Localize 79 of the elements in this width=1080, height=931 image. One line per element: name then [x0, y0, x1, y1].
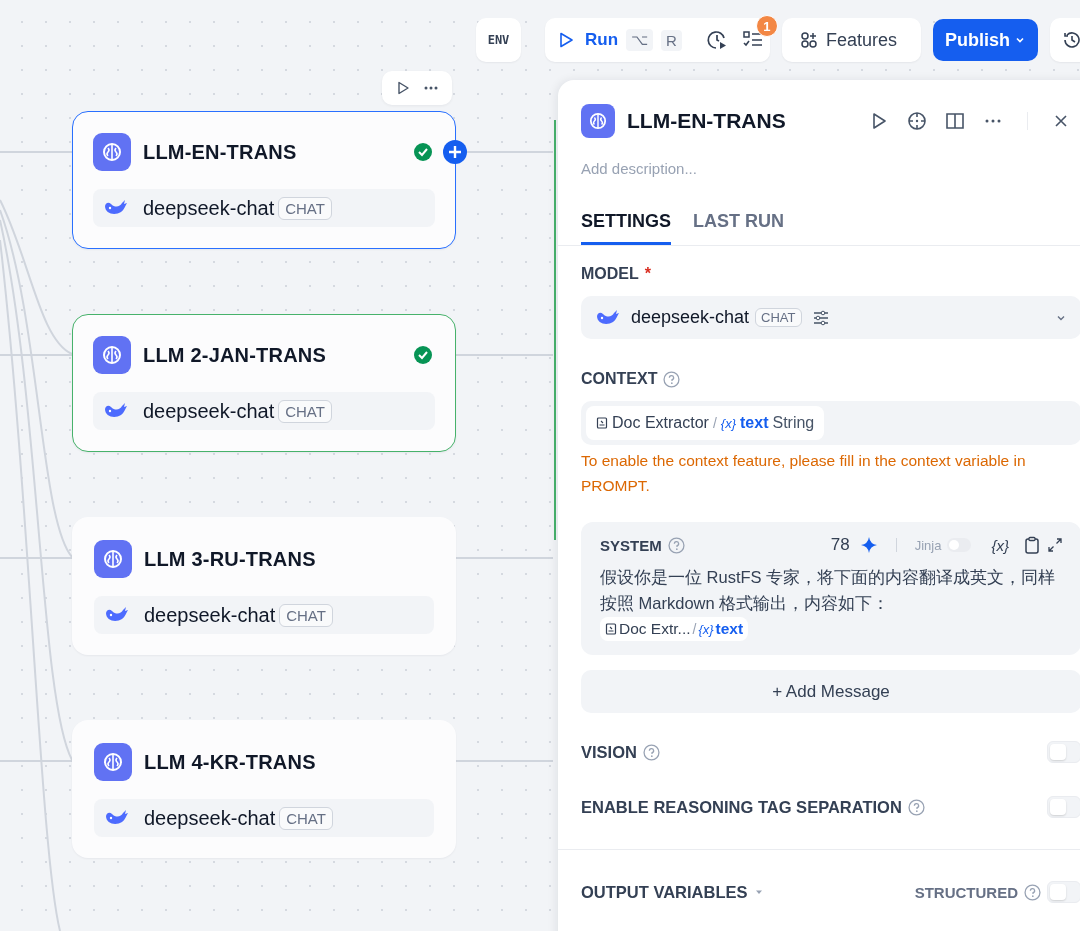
structured-label: STRUCTURED: [914, 883, 1018, 901]
clock-play-icon[interactable]: [705, 29, 728, 51]
context-label: CONTEXT: [581, 370, 658, 388]
variable-name: text: [740, 414, 769, 432]
mode-tag: CHAT: [279, 603, 333, 627]
model-name: deepseek-chat: [144, 603, 276, 627]
model-name: deepseek-chat: [631, 307, 750, 328]
panel-tab[interactable]: LAST RUN: [693, 211, 784, 245]
book-icon[interactable]: [945, 111, 965, 131]
node-title: LLM-EN-TRANS: [143, 140, 298, 164]
brain-icon: [581, 104, 615, 138]
path-separator: /: [712, 415, 717, 431]
toggle-switch[interactable]: [1047, 881, 1080, 903]
model-name: deepseek-chat: [143, 399, 275, 423]
setting-label: VISION: [581, 742, 637, 762]
model-select[interactable]: deepseek-chat CHAT: [581, 296, 1080, 339]
model-label: MODEL: [581, 265, 639, 283]
crosshair-icon[interactable]: [907, 111, 927, 131]
node-title: LLM 3-RU-TRANS: [144, 547, 317, 571]
token-count: 78: [830, 535, 850, 555]
brain-icon: [93, 336, 131, 374]
publish-button[interactable]: Publish: [933, 19, 1038, 61]
features-button[interactable]: Features: [782, 18, 921, 62]
document-icon: [596, 417, 608, 429]
node-title: LLM 2-JAN-TRANS: [143, 343, 327, 367]
system-prompt-text[interactable]: 假设你是一位 RustFS 专家，将下面的内容翻译成英文，同样按照 Markdown 格式输出，内容如下：: [600, 564, 1063, 616]
variable-icon: {x}: [698, 621, 714, 637]
brain-icon: [93, 133, 131, 171]
jinja-label: Jinja: [914, 537, 942, 553]
variable-type: String: [772, 414, 815, 432]
run-button[interactable]: Run: [557, 30, 619, 50]
system-label: SYSTEM: [600, 536, 662, 554]
toggle-switch[interactable]: [1047, 741, 1080, 763]
play-icon[interactable]: [395, 80, 411, 96]
model-name: deepseek-chat: [144, 806, 276, 830]
llm-node[interactable]: LLM 2-JAN-TRANS deepseek-chat CHAT: [72, 314, 456, 452]
required-mark: *: [644, 265, 651, 283]
help-icon: [1024, 883, 1041, 901]
mode-tag: CHAT: [755, 308, 802, 327]
clipboard-icon[interactable]: [1023, 536, 1041, 554]
node-name: Doc Extr...: [619, 620, 691, 638]
document-icon: [605, 623, 617, 635]
llm-node[interactable]: LLM-EN-TRANS deepseek-chat CHAT: [72, 111, 456, 249]
context-field[interactable]: Doc Extractor / {x} text String: [581, 401, 1080, 445]
panel-tab[interactable]: SETTINGS: [581, 211, 671, 245]
llm-node[interactable]: LLM 3-RU-TRANS deepseek-chat CHAT: [72, 517, 456, 655]
insert-variable-button[interactable]: {x}: [991, 536, 1009, 554]
help-icon: [907, 798, 925, 816]
shortcut-key: ⌥: [626, 29, 654, 51]
brain-icon: [94, 743, 132, 781]
help-icon: [667, 536, 685, 554]
toggle-switch[interactable]: [1047, 796, 1080, 818]
variable-icon: {x}: [720, 415, 736, 431]
output-variables-label: OUTPUT VARIABLES: [581, 882, 748, 902]
expand-icon[interactable]: [1047, 537, 1063, 553]
panel-title: LLM-EN-TRANS: [627, 109, 787, 133]
context-warning: To enable the context feature, please fill in the context variable in PROMPT.: [581, 451, 1027, 496]
description-field[interactable]: Add description...: [581, 160, 981, 177]
help-icon: [642, 743, 660, 761]
help-icon: [663, 370, 681, 388]
path-separator: /: [692, 621, 697, 637]
history-icon: [1062, 30, 1080, 50]
add-node-icon[interactable]: [442, 139, 468, 165]
node-name: Doc Extractor: [612, 414, 709, 432]
mode-tag: CHAT: [278, 399, 332, 423]
shortcut-key: R: [661, 29, 682, 51]
variable-name: text: [715, 620, 744, 638]
play-icon: [557, 31, 575, 49]
sliders-icon[interactable]: [811, 308, 830, 327]
add-message-button[interactable]: + Add Message: [581, 670, 1080, 713]
setting-label: ENABLE REASONING TAG SEPARATION: [581, 797, 902, 817]
env-button[interactable]: ENV: [476, 18, 521, 62]
mode-tag: CHAT: [279, 806, 333, 830]
model-name: deepseek-chat: [143, 196, 275, 220]
llm-node[interactable]: LLM 4-KR-TRANS deepseek-chat CHAT: [72, 720, 456, 858]
mode-tag: CHAT: [278, 196, 332, 220]
brain-icon: [94, 540, 132, 578]
node-title: LLM 4-KR-TRANS: [144, 750, 317, 774]
features-icon: [800, 31, 818, 49]
